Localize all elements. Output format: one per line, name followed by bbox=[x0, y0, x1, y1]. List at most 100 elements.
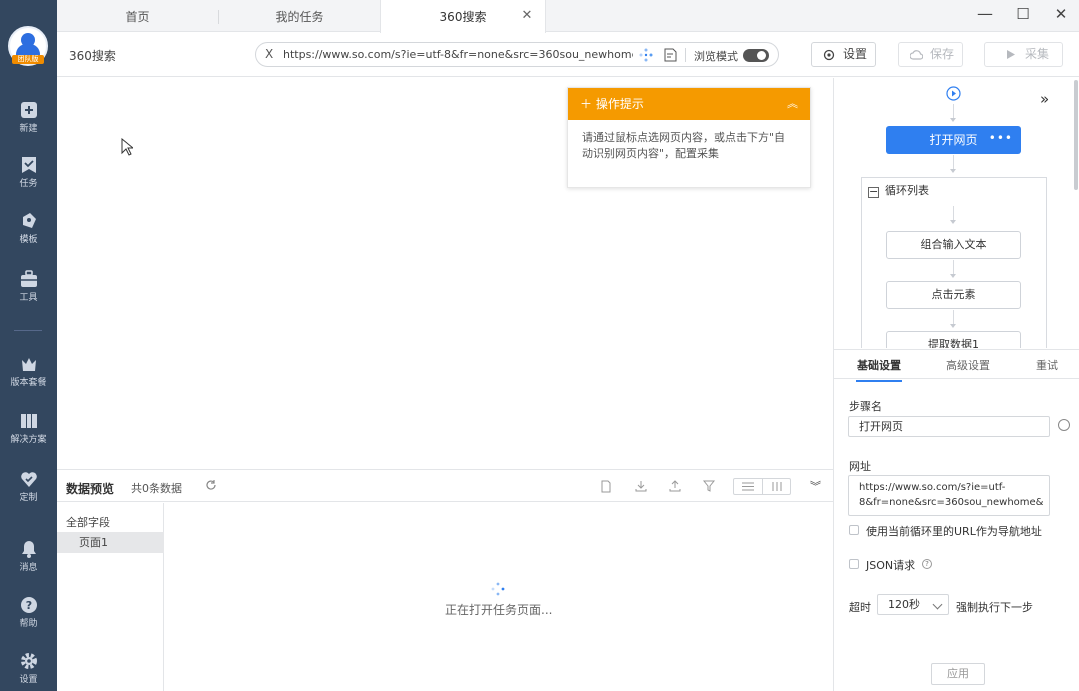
task-flag-icon bbox=[21, 157, 36, 173]
flow-scrollbar[interactable] bbox=[1074, 80, 1078, 190]
download-icon[interactable] bbox=[634, 479, 648, 493]
tab-label: 首页 bbox=[125, 10, 150, 24]
timeout-select[interactable]: 120秒 bbox=[877, 594, 949, 615]
nav-item-templates[interactable]: 模板 bbox=[0, 212, 57, 256]
flow-connector bbox=[953, 155, 954, 169]
svg-text:?: ? bbox=[25, 599, 31, 612]
use-loop-url-label: 使用当前循环里的URL作为导航地址 bbox=[866, 525, 1042, 538]
auto-detect-icon[interactable] bbox=[639, 48, 653, 62]
browse-mode-toggle[interactable] bbox=[743, 49, 769, 62]
use-loop-url-checkbox[interactable] bbox=[849, 525, 859, 535]
tab-retry[interactable]: 重试 bbox=[1036, 357, 1058, 373]
document-icon[interactable] bbox=[664, 48, 677, 62]
brand-logo[interactable]: 团队版 bbox=[8, 26, 48, 66]
all-fields-item[interactable]: 全部字段 bbox=[66, 514, 110, 530]
data-preview-panel: 数据预览 共0条数据 ︾ 全部字段 页面1 正在打开任务页面... bbox=[57, 469, 833, 691]
edit-icon[interactable] bbox=[1058, 419, 1070, 431]
browse-mode-label: 浏览模式 bbox=[694, 50, 738, 63]
help-icon[interactable]: ? bbox=[922, 559, 932, 569]
settings-button[interactable]: 设置 bbox=[811, 42, 876, 67]
workflow-panel: » 打开网页 ••• − 循环列表 组合输入文本 点击元素 提取数据1 基础设置 … bbox=[833, 78, 1079, 691]
collapse-down-icon[interactable]: ︾ bbox=[810, 478, 821, 494]
save-label: 保存 bbox=[930, 47, 955, 61]
page-item[interactable]: 页面1 bbox=[57, 532, 164, 553]
brand-label: 团队版 bbox=[12, 55, 44, 64]
view-toggle[interactable] bbox=[733, 478, 791, 495]
nav-label: 版本套餐 bbox=[10, 378, 47, 388]
data-count: 共0条数据 bbox=[131, 482, 182, 495]
collect-label: 采集 bbox=[1025, 47, 1050, 61]
nav-item-help[interactable]: ? 帮助 bbox=[0, 596, 57, 640]
loading-text: 正在打开任务页面... bbox=[445, 603, 553, 617]
collapse-minus-icon[interactable]: − bbox=[868, 186, 879, 198]
flow-arrow bbox=[950, 118, 956, 122]
nav-item-tools[interactable]: 工具 bbox=[0, 270, 57, 314]
more-icon[interactable]: ••• bbox=[989, 124, 1013, 152]
collapse-icon[interactable]: ︽ bbox=[787, 88, 798, 120]
loop-header[interactable]: − 循环列表 bbox=[868, 182, 929, 198]
toolbox-icon bbox=[20, 270, 37, 287]
clear-url-icon[interactable]: X bbox=[265, 47, 273, 61]
nav-item-new[interactable]: 新建 bbox=[0, 101, 57, 145]
gear-icon bbox=[823, 49, 835, 61]
step-open-page[interactable]: 打开网页 ••• bbox=[886, 126, 1021, 154]
web-page-canvas[interactable]: ＋ 操作提示 ︽ 请通过鼠标点选网页内容，或点击下方"自动识别网页内容"，配置采… bbox=[57, 78, 833, 469]
flow-arrow bbox=[950, 274, 956, 278]
flow-arrow bbox=[950, 169, 956, 173]
hint-header[interactable]: ＋ 操作提示 ︽ bbox=[568, 88, 810, 120]
nav-item-solutions[interactable]: 解决方案 bbox=[0, 412, 57, 456]
nav-item-custom[interactable]: 定制 bbox=[0, 470, 57, 514]
data-preview-title: 数据预览 bbox=[66, 482, 115, 496]
filter-icon[interactable] bbox=[702, 479, 716, 493]
tab-my-tasks[interactable]: 我的任务 bbox=[219, 0, 380, 32]
upload-icon[interactable] bbox=[668, 479, 682, 493]
apply-button[interactable]: 应用 bbox=[931, 663, 985, 685]
loop-list-container[interactable]: − 循环列表 bbox=[861, 177, 1047, 348]
minimize-icon[interactable]: — bbox=[973, 4, 997, 24]
step-extract-data[interactable]: 提取数据1 bbox=[886, 331, 1021, 348]
save-button[interactable]: 保存 bbox=[898, 42, 963, 67]
collect-button[interactable]: 采集 bbox=[984, 42, 1063, 67]
tab-advanced-settings[interactable]: 高级设置 bbox=[946, 357, 990, 373]
tab-basic-settings[interactable]: 基础设置 bbox=[856, 357, 902, 382]
play-icon bbox=[1007, 50, 1015, 59]
question-icon: ? bbox=[20, 597, 37, 613]
column-view-icon[interactable] bbox=[763, 479, 791, 494]
workflow-diagram: » 打开网页 ••• − 循环列表 组合输入文本 点击元素 提取数据1 bbox=[834, 78, 1079, 348]
flow-arrow bbox=[950, 324, 956, 328]
row-view-icon[interactable] bbox=[734, 479, 762, 494]
step-combine-input[interactable]: 组合输入文本 bbox=[886, 231, 1021, 259]
nav-label: 工具 bbox=[19, 293, 38, 303]
start-play-icon[interactable] bbox=[946, 86, 961, 101]
nav-label: 消息 bbox=[19, 563, 38, 573]
step-name-label: 步骤名 bbox=[849, 400, 882, 413]
maximize-icon[interactable]: ☐ bbox=[1011, 4, 1035, 24]
nav-item-settings[interactable]: 设置 bbox=[0, 652, 57, 691]
page-title: 360搜索 bbox=[69, 49, 116, 63]
nav-item-plans[interactable]: 版本套餐 bbox=[0, 355, 57, 399]
close-window-icon[interactable]: ✕ bbox=[1049, 4, 1073, 24]
json-request-checkbox[interactable] bbox=[849, 559, 859, 569]
step-label: 打开网页 bbox=[929, 133, 978, 147]
nav-item-tasks[interactable]: 任务 bbox=[0, 156, 57, 200]
tab-bar: 首页 我的任务 360搜索 ✕ — ☐ ✕ bbox=[57, 0, 1079, 33]
step-name-input[interactable]: 打开网页 bbox=[848, 416, 1050, 437]
nav-label: 任务 bbox=[19, 179, 38, 189]
plus-square-icon bbox=[20, 102, 37, 118]
url-text[interactable]: https://www.so.com/s?ie=utf-8&fr=none&sr… bbox=[283, 48, 633, 61]
tab-home[interactable]: 首页 bbox=[57, 0, 218, 32]
url-textarea[interactable]: https://www.so.com/s?ie=utf-8&fr=none&sr… bbox=[848, 475, 1050, 516]
flow-connector bbox=[953, 206, 954, 220]
export-icon[interactable] bbox=[599, 479, 613, 493]
url-field[interactable]: X https://www.so.com/s?ie=utf-8&fr=none&… bbox=[255, 42, 779, 67]
tab-close-icon[interactable]: ✕ bbox=[520, 9, 534, 23]
step-click-element[interactable]: 点击元素 bbox=[886, 281, 1021, 309]
nav-item-messages[interactable]: 消息 bbox=[0, 540, 57, 584]
field-sidebar: 全部字段 页面1 bbox=[57, 503, 164, 691]
flow-arrow bbox=[950, 220, 956, 224]
nav-label: 解决方案 bbox=[10, 435, 47, 445]
settings-tabs: 基础设置 高级设置 重试 bbox=[834, 349, 1079, 382]
refresh-icon[interactable] bbox=[205, 479, 217, 491]
expand-panel-icon[interactable]: » bbox=[1040, 90, 1049, 108]
data-preview-header: 数据预览 共0条数据 ︾ bbox=[57, 470, 833, 502]
